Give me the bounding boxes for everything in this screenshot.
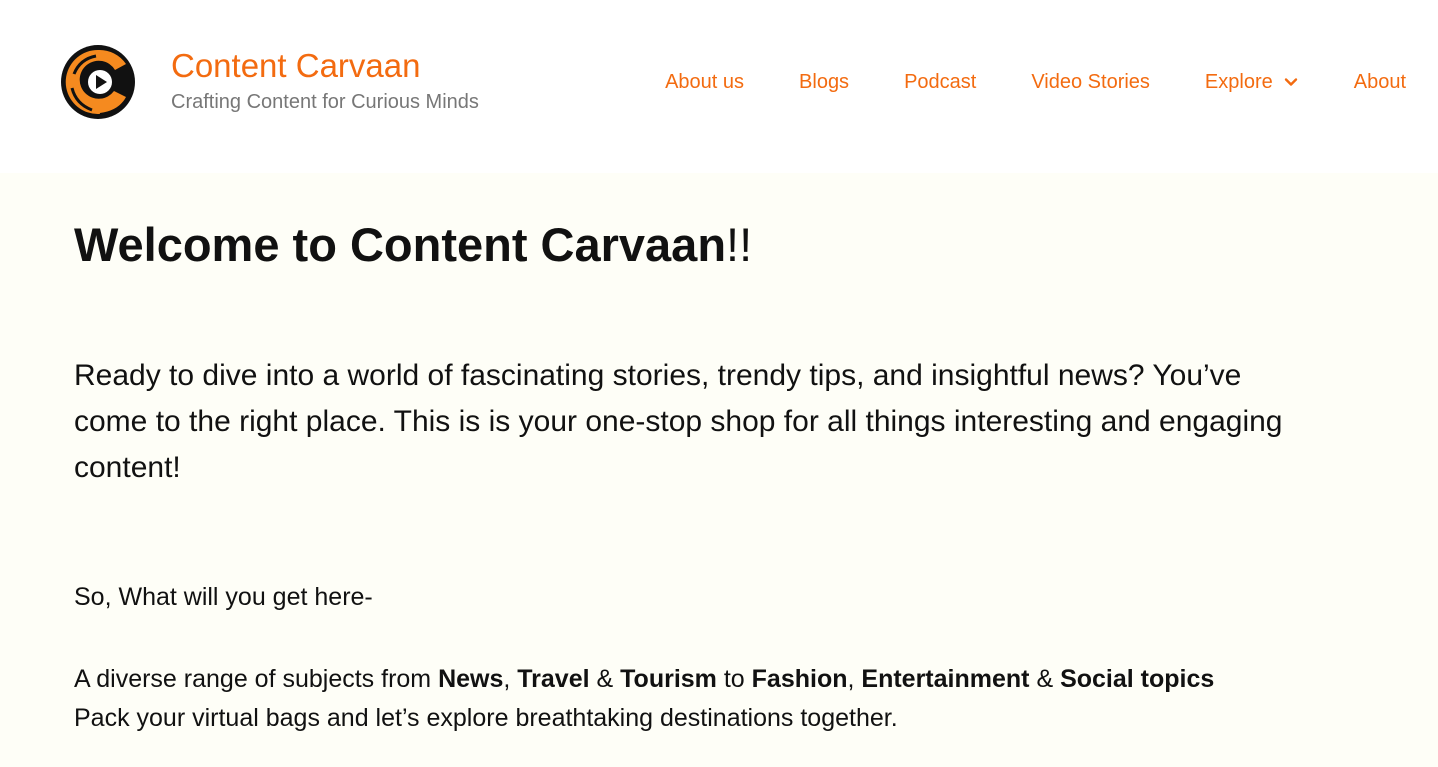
subject-entertainment: Entertainment bbox=[861, 665, 1030, 693]
nav-item-explore-label: Explore bbox=[1204, 71, 1273, 93]
welcome-heading-suffix: !! bbox=[726, 218, 753, 271]
travel-line: Pack your virtual bags and let’s explore… bbox=[74, 704, 898, 732]
welcome-heading-text: Welcome to Content Carvaan bbox=[74, 218, 727, 271]
subjects-prefix: A diverse range of subjects from bbox=[74, 665, 439, 693]
what-heading: So, What will you get here- bbox=[74, 583, 373, 611]
nav-item-blogs[interactable]: Blogs bbox=[799, 68, 849, 96]
site-tagline: Crafting Content for Curious Minds bbox=[171, 91, 479, 113]
welcome-heading: Welcome to Content Carvaan!! bbox=[74, 217, 752, 273]
subject-travel: Travel bbox=[517, 665, 590, 693]
main-nav: About us Blogs Podcast Video Stories Exp… bbox=[665, 68, 1406, 96]
subjects-sep-2: , bbox=[847, 665, 862, 693]
chevron-down-icon bbox=[1284, 78, 1297, 86]
subject-tourism: Tourism bbox=[620, 665, 717, 693]
nav-item-video-stories[interactable]: Video Stories bbox=[1031, 68, 1150, 96]
subject-fashion: Fashion bbox=[751, 665, 848, 693]
main-content: Welcome to Content Carvaan!! Ready to di… bbox=[0, 173, 1438, 767]
nav-item-about-us[interactable]: About us bbox=[665, 68, 744, 96]
nav-item-about[interactable]: About bbox=[1354, 68, 1406, 96]
site-logo[interactable] bbox=[60, 44, 136, 120]
nav-item-explore[interactable]: Explore bbox=[1205, 68, 1299, 96]
nav-item-podcast[interactable]: Podcast bbox=[904, 68, 976, 96]
subjects-sep-1: , bbox=[503, 665, 518, 693]
site-header: Content Carvaan Crafting Content for Cur… bbox=[0, 0, 1438, 173]
subjects-to: to bbox=[716, 665, 752, 693]
subjects-amp-2: & bbox=[1029, 665, 1061, 693]
subjects-paragraph: A diverse range of subjects from News, T… bbox=[74, 660, 1214, 738]
subjects-amp-1: & bbox=[589, 665, 621, 693]
subject-social: Social topics bbox=[1060, 665, 1215, 693]
intro-paragraph: Ready to dive into a world of fascinatin… bbox=[74, 359, 1283, 484]
subject-news: News bbox=[438, 665, 504, 693]
site-title[interactable]: Content Carvaan bbox=[171, 46, 420, 86]
